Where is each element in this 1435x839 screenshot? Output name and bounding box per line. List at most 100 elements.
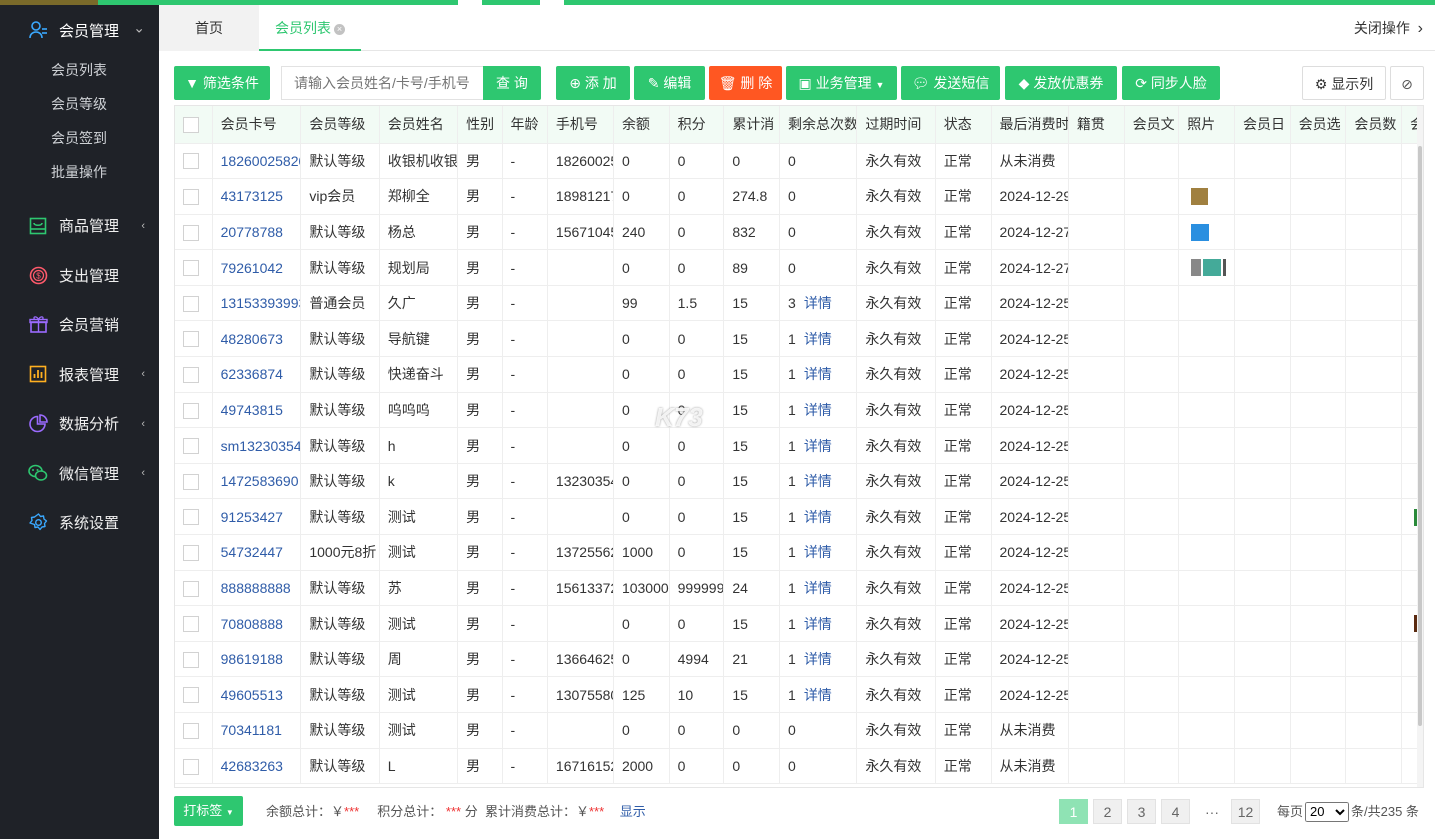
table-cell[interactable]: sm13230354 xyxy=(212,427,302,464)
table-row[interactable]: 42683263 默认等级 L 男 - 16716152 2000 0 0 0 永久有效 正常 从未消费 xyxy=(175,748,1423,785)
member-card-link[interactable]: 62336874 xyxy=(221,366,283,382)
detail-link[interactable]: 详情 xyxy=(804,580,832,596)
table-row[interactable]: 49743815 默认等级 呜呜呜男 -0 0 15 1 详情 永久有效 正常 2024-12-25 xyxy=(175,392,1423,429)
sidebar-item-wechat[interactable]: 微信管理 ‹ xyxy=(0,449,159,499)
table-cell[interactable]: 1472583690 xyxy=(212,463,302,500)
table-cell[interactable]: 43173125 xyxy=(212,178,302,215)
page-12[interactable]: 12 xyxy=(1231,799,1260,824)
row-checkbox[interactable] xyxy=(183,580,199,597)
edit-button[interactable]: ✎ 编辑 xyxy=(634,66,705,100)
row-checkbox-cell[interactable] xyxy=(175,249,213,286)
sidebar-subitem-member-list[interactable]: 会员列表 xyxy=(0,53,159,87)
member-card-link[interactable]: 54732447 xyxy=(221,544,283,560)
table-row[interactable]: 49605513 默认等级 测试 男 - 13075580 125 10 15 1 详情 永久有效 正常… xyxy=(175,676,1423,713)
table-cell[interactable]: 18260025820 xyxy=(212,143,302,180)
row-checkbox[interactable] xyxy=(183,473,199,490)
row-checkbox[interactable] xyxy=(183,331,199,348)
row-checkbox-cell[interactable] xyxy=(175,214,213,251)
column-header[interactable]: 会员选 xyxy=(1290,106,1347,144)
business-management-button[interactable]: ▣ 业务管理 ▼ xyxy=(786,66,897,100)
member-card-link[interactable]: 49743815 xyxy=(221,402,283,418)
table-cell[interactable]: 70808888 xyxy=(212,605,302,642)
detail-link[interactable]: 详情 xyxy=(804,295,832,311)
table-cell[interactable]: 91253427 xyxy=(212,498,302,536)
row-checkbox[interactable] xyxy=(183,402,199,419)
member-card-link[interactable]: 91253427 xyxy=(221,509,283,525)
member-card-link[interactable]: 42683263 xyxy=(221,758,283,774)
sidebar-item-settings[interactable]: 系统设置 xyxy=(0,498,159,548)
row-checkbox-cell[interactable] xyxy=(175,605,213,642)
row-checkbox-cell[interactable] xyxy=(175,676,213,713)
sidebar-subitem-batch-operation[interactable]: 批量操作 xyxy=(0,155,159,189)
filter-button[interactable]: ▼ 筛选条件 xyxy=(174,66,270,100)
column-header[interactable]: 余额 xyxy=(613,106,670,144)
row-checkbox-cell[interactable] xyxy=(175,356,213,393)
table-cell[interactable]: 49605513 xyxy=(212,676,302,713)
issue-coupon-button[interactable]: ◆ 发放优惠券 xyxy=(1005,66,1117,100)
row-checkbox-cell[interactable] xyxy=(175,463,213,500)
row-checkbox-cell[interactable] xyxy=(175,570,213,607)
row-checkbox[interactable] xyxy=(183,509,199,526)
send-sms-button[interactable]: 💬︎ 发送短信 xyxy=(901,66,1000,100)
member-card-link[interactable]: 79261042 xyxy=(221,260,283,276)
table-row[interactable]: 62336874 默认等级 快递奋斗 男 - 0 0 15 1 详情 永久有效 正常 2024-12-2… xyxy=(175,356,1423,393)
table-cell[interactable]: 70341181 xyxy=(212,712,302,749)
column-header[interactable]: 会员文 xyxy=(1124,106,1180,144)
table-cell[interactable]: 13153393993 xyxy=(212,285,302,322)
column-header[interactable]: 年龄 xyxy=(502,106,548,144)
select-all-checkbox-cell[interactable] xyxy=(175,106,213,144)
member-card-link[interactable]: 98619188 xyxy=(221,651,283,667)
row-checkbox-cell[interactable] xyxy=(175,712,213,749)
detail-link[interactable]: 详情 xyxy=(804,509,832,525)
show-totals-link[interactable]: 显示 xyxy=(620,804,646,819)
member-card-link[interactable]: sm13230354 xyxy=(221,438,300,454)
column-header[interactable]: 照片 xyxy=(1178,106,1235,144)
row-checkbox[interactable] xyxy=(183,687,199,704)
photo-thumbnail[interactable] xyxy=(1203,259,1222,277)
sidebar-item-analytics[interactable]: 数据分析 ‹ xyxy=(0,399,159,449)
table-cell[interactable]: 62336874 xyxy=(212,356,302,393)
detail-link[interactable]: 详情 xyxy=(804,687,832,703)
table-row[interactable]: 48280673 默认等级 导航键 男 - 0 0 15 1 详情 永久有效 正常 2024-12-25 xyxy=(175,320,1423,358)
column-header[interactable]: 累计消 xyxy=(723,106,781,144)
member-card-link[interactable]: 49605513 xyxy=(221,687,283,703)
row-checkbox-cell[interactable] xyxy=(175,143,213,180)
column-header[interactable]: 籍贯 xyxy=(1068,106,1125,144)
member-card-link[interactable]: 888888888 xyxy=(221,580,291,596)
table-row[interactable]: 43173125 vip会员 郑柳全 男 - 18981217 0 0 274.8 0 永久有效 正常… xyxy=(175,178,1423,215)
select-all-checkbox[interactable] xyxy=(183,116,199,133)
row-checkbox-cell[interactable] xyxy=(175,320,213,358)
delete-button[interactable]: 🗑︎ 删 除 xyxy=(709,66,782,100)
column-header[interactable]: 手机号 xyxy=(547,106,614,144)
table-cell[interactable]: 79261042 xyxy=(212,249,302,286)
table-row[interactable]: 18260025820 默认等级 收银机收银男 - 18260025 0 0 0 0 永久有效 正常… xyxy=(175,143,1423,180)
table-row[interactable]: sm13230354 默认等级 h 男 - 0 0 15 1 详情 永久有效 正常 2024-12-25 xyxy=(175,427,1423,464)
column-header[interactable]: 过期时间 xyxy=(856,106,936,144)
detail-link[interactable]: 详情 xyxy=(804,331,832,347)
table-row[interactable]: 98619188 默认等级 周 男 - 13664625 0 4994 21 1 详情 永久有效 正常 2… xyxy=(175,641,1423,678)
column-header[interactable]: 剩余总次数 xyxy=(779,106,858,144)
row-checkbox[interactable] xyxy=(183,295,199,312)
table-row[interactable]: 13153393993 普通会员 久广 男 - 99 1.5 15 3 详情 永久有效 正常 2024-… xyxy=(175,285,1423,322)
detail-link[interactable]: 详情 xyxy=(804,473,832,489)
member-card-link[interactable]: 70808888 xyxy=(221,616,283,632)
member-card-link[interactable]: 18260025820 xyxy=(221,153,300,169)
row-checkbox-cell[interactable] xyxy=(175,498,213,536)
table-cell[interactable]: 98619188 xyxy=(212,641,302,678)
table-cell[interactable]: 48280673 xyxy=(212,320,302,358)
row-checkbox[interactable] xyxy=(183,758,199,775)
row-checkbox[interactable] xyxy=(183,260,199,277)
column-header[interactable]: 会员日 xyxy=(1234,106,1291,144)
sidebar-subitem-member-level[interactable]: 会员等级 xyxy=(0,87,159,121)
table-row[interactable]: 70808888 默认等级 测试 男 - 0 0 15 1 详情 永久有效 正常 2024-12-25 xyxy=(175,605,1423,642)
sync-face-button[interactable]: ⟳ 同步人脸 xyxy=(1122,66,1220,100)
detail-link[interactable]: 详情 xyxy=(804,651,832,667)
column-header[interactable]: 会员姓名 xyxy=(379,106,459,144)
page-2[interactable]: 2 xyxy=(1093,799,1122,824)
column-header[interactable]: 会员数 xyxy=(1345,106,1403,144)
member-card-link[interactable]: 1472583690 xyxy=(221,473,299,489)
query-button[interactable]: 查 询 xyxy=(483,66,541,100)
column-header[interactable]: 积分 xyxy=(669,106,725,144)
column-header[interactable]: 会员等级 xyxy=(300,106,380,144)
row-checkbox[interactable] xyxy=(183,189,199,206)
